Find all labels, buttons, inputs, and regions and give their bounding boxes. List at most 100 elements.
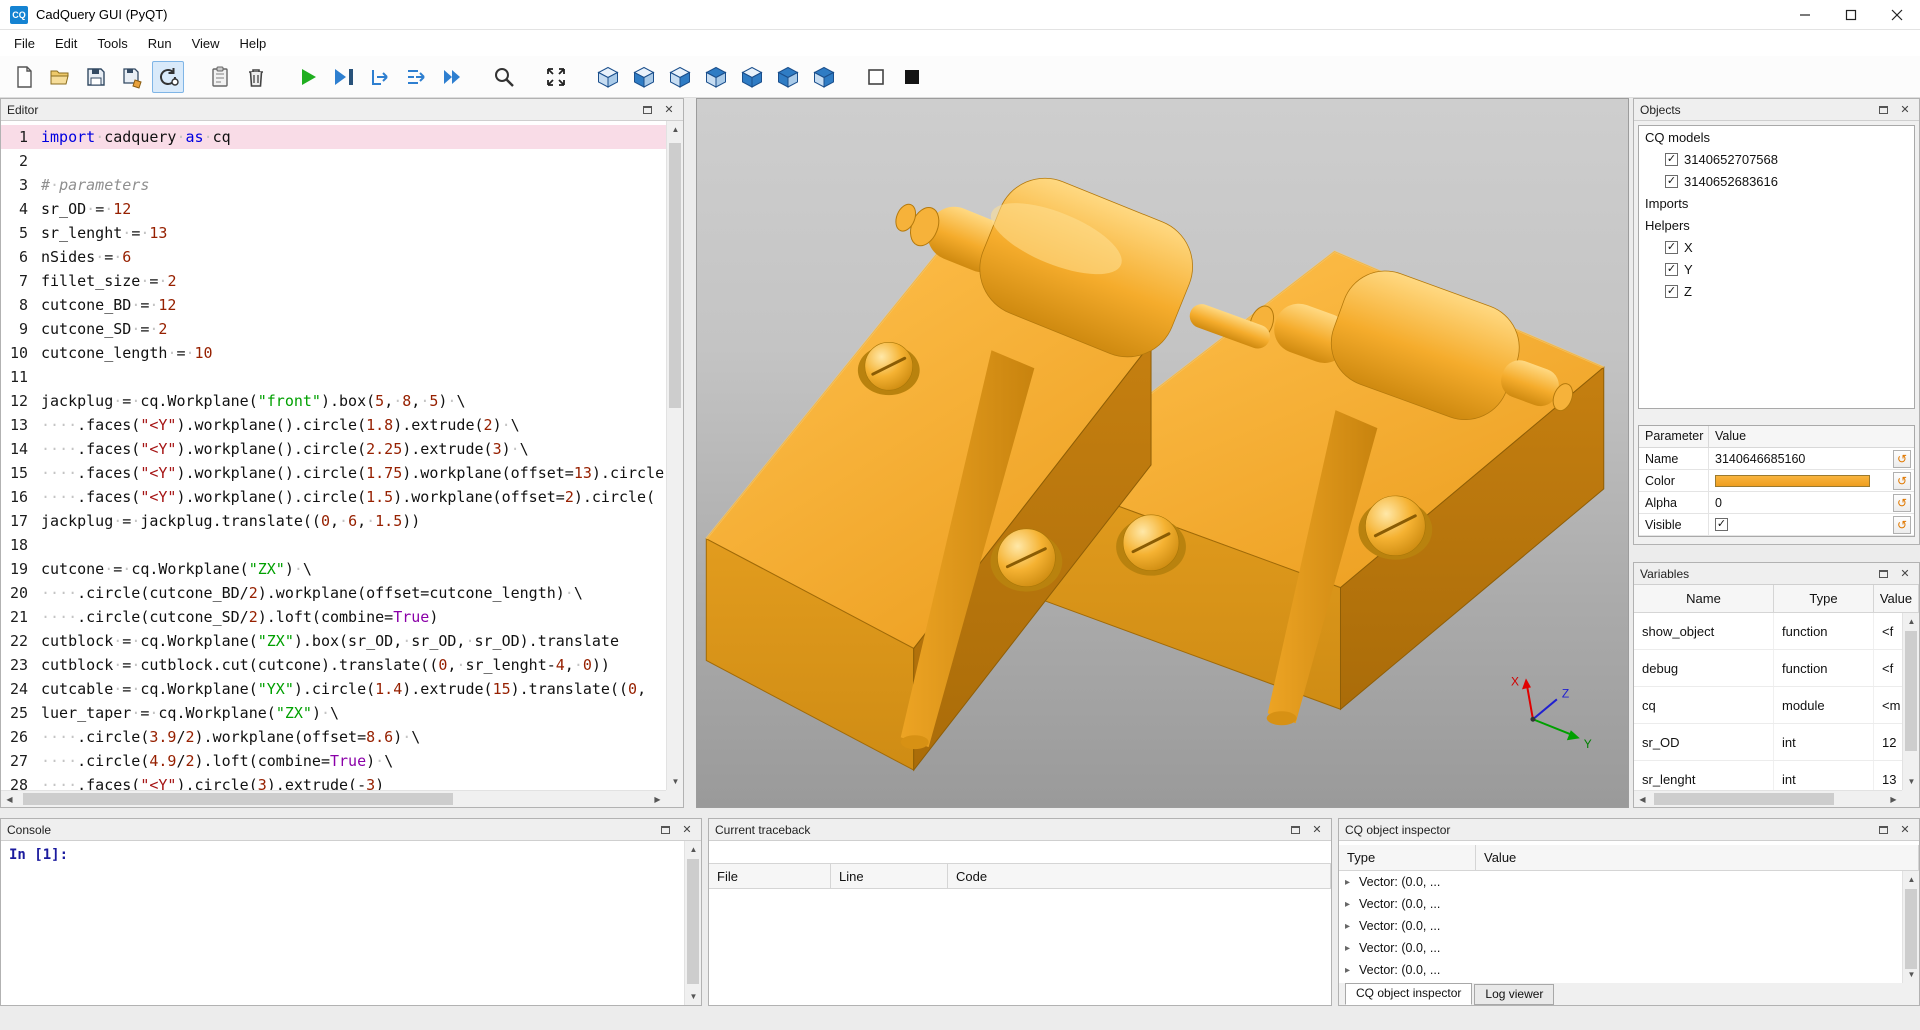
tree-item-3140652707568[interactable]: ✓3140652707568 — [1639, 148, 1914, 170]
inspector-close-button[interactable]: ✕ — [1897, 822, 1913, 838]
inspector-row-3[interactable]: ▸Vector: (0.0, ... — [1339, 915, 1919, 937]
code-line-9[interactable]: 9cutcone_SD·=·2 — [1, 317, 666, 341]
code-line-3[interactable]: 3#·parameters — [1, 173, 666, 197]
traceback-close-button[interactable]: ✕ — [1309, 822, 1325, 838]
code-line-5[interactable]: 5sr_lenght·=·13 — [1, 221, 666, 245]
code-line-10[interactable]: 10cutcone_length·=·10 — [1, 341, 666, 365]
editor-close-button[interactable]: ✕ — [661, 102, 677, 118]
code-line-22[interactable]: 22cutblock·=·cq.Workplane("ZX").box(sr_O… — [1, 629, 666, 653]
tree-item-imports[interactable]: Imports — [1639, 192, 1914, 214]
view-front-button[interactable] — [628, 61, 660, 93]
step-button[interactable] — [364, 61, 396, 93]
code-line-23[interactable]: 23cutblock·=·cutblock.cut(cutcone).trans… — [1, 653, 666, 677]
code-line-28[interactable]: 28····.faces("<Y").circle(3).extrude(-3) — [1, 773, 666, 790]
minimize-button[interactable] — [1782, 0, 1828, 30]
view-shaded-button[interactable] — [896, 61, 928, 93]
inspector-row-5[interactable]: ▸Vector: (0.0, ... — [1339, 959, 1919, 981]
clear-console-button[interactable] — [204, 61, 236, 93]
scrollbar-thumb[interactable] — [1905, 889, 1917, 969]
autoreload-button[interactable] — [152, 61, 184, 93]
code-line-7[interactable]: 7fillet_size·=·2 — [1, 269, 666, 293]
console-vertical-scrollbar[interactable]: ▲ ▼ — [684, 841, 701, 1005]
reset-button[interactable]: ↺ — [1893, 516, 1911, 534]
view-left-button[interactable] — [772, 61, 804, 93]
maximize-button[interactable] — [1828, 0, 1874, 30]
tree-item-x[interactable]: ✓X — [1639, 236, 1914, 258]
tab-log-viewer[interactable]: Log viewer — [1474, 984, 1554, 1005]
scroll-left-arrow[interactable]: ◀ — [1, 791, 18, 807]
color-swatch[interactable] — [1715, 475, 1870, 487]
code-line-27[interactable]: 27····.circle(4.9/2).loft(combine=True)·… — [1, 749, 666, 773]
variable-row-show-object[interactable]: show_objectfunction<f — [1634, 613, 1919, 650]
tree-item-z[interactable]: ✓Z — [1639, 280, 1914, 302]
scrollbar-thumb[interactable] — [1654, 793, 1834, 805]
objects-close-button[interactable]: ✕ — [1897, 102, 1913, 118]
console-float-button[interactable] — [657, 822, 673, 838]
inspector-vertical-scrollbar[interactable]: ▲ ▼ — [1902, 871, 1919, 983]
menu-view[interactable]: View — [182, 32, 230, 55]
delete-button[interactable] — [240, 61, 272, 93]
checkbox-3140652707568[interactable]: ✓ — [1665, 153, 1678, 166]
menu-run[interactable]: Run — [138, 32, 182, 55]
code-line-12[interactable]: 12jackplug·=·cq.Workplane("front").box(5… — [1, 389, 666, 413]
code-line-1[interactable]: 1import·cadquery·as·cq — [1, 125, 666, 149]
code-line-18[interactable]: 18 — [1, 533, 666, 557]
code-line-24[interactable]: 24cutcable·=·cq.Workplane("YX").circle(1… — [1, 677, 666, 701]
inspector-row-1[interactable]: ▸Vector: (0.0, ... — [1339, 871, 1919, 893]
scroll-down-arrow[interactable]: ▼ — [1903, 773, 1919, 790]
new-file-button[interactable] — [8, 61, 40, 93]
reset-button[interactable]: ↺ — [1893, 472, 1911, 490]
fit-all-button[interactable] — [540, 61, 572, 93]
console-close-button[interactable]: ✕ — [679, 822, 695, 838]
editor-horizontal-scrollbar[interactable]: ◀ ▶ — [1, 790, 666, 807]
tree-item-cq-models[interactable]: CQ models — [1639, 126, 1914, 148]
checkbox-y[interactable]: ✓ — [1665, 263, 1678, 276]
checkbox-x[interactable]: ✓ — [1665, 241, 1678, 254]
debug-button[interactable] — [328, 61, 360, 93]
open-file-button[interactable] — [44, 61, 76, 93]
code-line-25[interactable]: 25luer_taper·=·cq.Workplane("ZX")·\ — [1, 701, 666, 725]
code-line-16[interactable]: 16····.faces("<Y").workplane().circle(1.… — [1, 485, 666, 509]
editor-vertical-scrollbar[interactable]: ▲ ▼ — [666, 121, 683, 790]
inspector-row-4[interactable]: ▸Vector: (0.0, ... — [1339, 937, 1919, 959]
variables-float-button[interactable] — [1875, 566, 1891, 582]
inspector-row-2[interactable]: ▸Vector: (0.0, ... — [1339, 893, 1919, 915]
scroll-down-arrow[interactable]: ▼ — [685, 988, 702, 1005]
expand-icon[interactable]: ▸ — [1345, 921, 1355, 932]
step-in-button[interactable] — [400, 61, 432, 93]
view-right-button[interactable] — [808, 61, 840, 93]
code-line-6[interactable]: 6nSides·=·6 — [1, 245, 666, 269]
code-line-4[interactable]: 4sr_OD·=·12 — [1, 197, 666, 221]
scroll-up-arrow[interactable]: ▲ — [1903, 613, 1919, 630]
expand-icon[interactable]: ▸ — [1345, 877, 1355, 888]
scroll-down-arrow[interactable]: ▼ — [1903, 966, 1919, 983]
console-area[interactable]: In [1]: ▲ ▼ — [1, 841, 701, 1005]
traceback-float-button[interactable] — [1287, 822, 1303, 838]
tree-item-y[interactable]: ✓Y — [1639, 258, 1914, 280]
code-line-8[interactable]: 8cutcone_BD·=·12 — [1, 293, 666, 317]
scroll-up-arrow[interactable]: ▲ — [685, 841, 702, 858]
checkbox-z[interactable]: ✓ — [1665, 285, 1678, 298]
variable-row-debug[interactable]: debugfunction<f — [1634, 650, 1919, 687]
scrollbar-thumb[interactable] — [23, 793, 453, 805]
scrollbar-thumb[interactable] — [1905, 631, 1917, 751]
variables-close-button[interactable]: ✕ — [1897, 566, 1913, 582]
menu-edit[interactable]: Edit — [45, 32, 87, 55]
scroll-up-arrow[interactable]: ▲ — [1903, 871, 1919, 888]
scroll-up-arrow[interactable]: ▲ — [667, 121, 683, 138]
code-line-14[interactable]: 14····.faces("<Y").workplane().circle(2.… — [1, 437, 666, 461]
code-line-13[interactable]: 13····.faces("<Y").workplane().circle(1.… — [1, 413, 666, 437]
code-editor[interactable]: 1import·cadquery·as·cq23#·parameters4sr_… — [1, 121, 683, 807]
reset-button[interactable]: ↺ — [1893, 494, 1911, 512]
visible-checkbox[interactable]: ✓ — [1715, 518, 1728, 531]
expand-icon[interactable]: ▸ — [1345, 965, 1355, 976]
editor-float-button[interactable] — [639, 102, 655, 118]
save-button[interactable] — [80, 61, 112, 93]
menu-file[interactable]: File — [4, 32, 45, 55]
variables-horizontal-scrollbar[interactable]: ◀ ▶ — [1634, 790, 1902, 807]
tree-item-helpers[interactable]: Helpers — [1639, 214, 1914, 236]
view-wireframe-button[interactable] — [860, 61, 892, 93]
scroll-right-arrow[interactable]: ▶ — [649, 791, 666, 807]
scroll-right-arrow[interactable]: ▶ — [1885, 791, 1902, 807]
variable-row-cq[interactable]: cqmodule<m — [1634, 687, 1919, 724]
